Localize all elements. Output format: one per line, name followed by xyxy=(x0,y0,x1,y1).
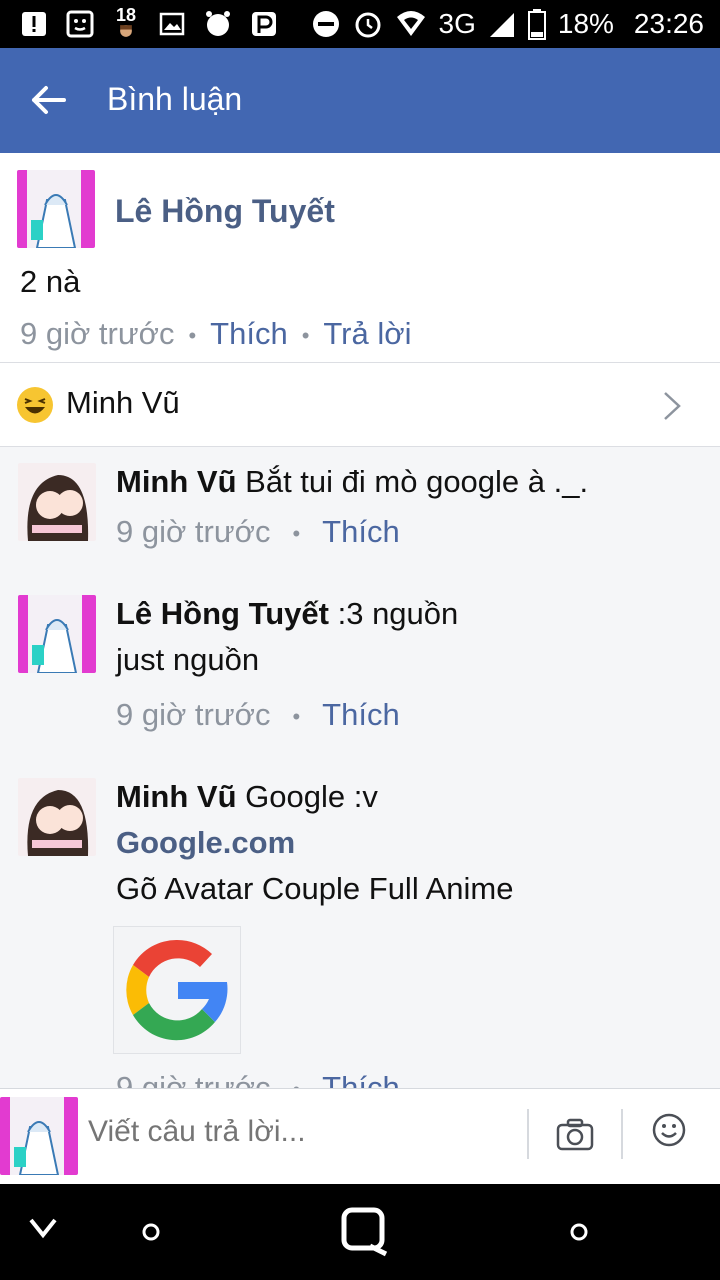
system-nav-bar xyxy=(0,1184,720,1280)
reply-button[interactable]: Trả lời xyxy=(323,316,411,351)
comment-text: 2 nà xyxy=(20,264,81,299)
separator-dot: • xyxy=(301,322,310,348)
alert-icon xyxy=(18,8,50,40)
clock-time: 23:26 xyxy=(633,8,704,39)
reply-body: Lê Hồng Tuyết :3 nguồn just nguồn xyxy=(116,591,458,683)
separator-dot: • xyxy=(292,520,301,546)
comment-author[interactable]: Lê Hồng Tuyết xyxy=(115,193,335,230)
like-button[interactable]: Thích xyxy=(322,1070,400,1088)
reply-composer xyxy=(0,1088,720,1184)
do-not-disturb-icon xyxy=(312,11,339,37)
nav-home-dot-icon[interactable] xyxy=(141,1222,161,1242)
reply-comment: Lê Hồng Tuyết :3 nguồn just nguồn 9 giờ … xyxy=(0,595,720,755)
battery-icon xyxy=(527,9,546,40)
battery-percent: 18% xyxy=(557,8,614,39)
reply-author[interactable]: Minh Vũ xyxy=(116,779,237,814)
signal-icon xyxy=(489,13,514,37)
reply-body: Minh Vũ Google :v Google.com Gõ Avatar C… xyxy=(116,774,513,912)
network-type: 3G xyxy=(438,8,476,39)
reply-author[interactable]: Lê Hồng Tuyết xyxy=(116,596,329,631)
nav-back-chevron-icon[interactable] xyxy=(28,1216,58,1240)
nav-home-square-icon[interactable] xyxy=(340,1206,392,1258)
google-logo-icon xyxy=(126,939,228,1041)
emoji-icon[interactable] xyxy=(652,1113,686,1147)
reply-time: 9 giờ trước xyxy=(116,1070,271,1088)
reply-input[interactable] xyxy=(88,1115,508,1149)
divider xyxy=(621,1109,623,1159)
separator-dot: • xyxy=(292,1077,300,1088)
camera-icon[interactable] xyxy=(556,1117,594,1153)
link-preview-description[interactable]: Gõ Avatar Couple Full Anime xyxy=(116,871,513,906)
reply-meta: 9 giờ trước • Thích xyxy=(116,697,400,733)
reply-text: :3 nguồn xyxy=(328,596,459,631)
comments-content[interactable]: Lê Hồng Tuyết 2 nà 9 giờ trước • Thích • Trả… xyxy=(0,153,720,1088)
like-button[interactable]: Thích xyxy=(322,697,400,732)
reaction-user-name: Minh Vũ xyxy=(66,385,180,420)
separator-dot: • xyxy=(188,322,197,348)
comment-time: 9 giờ trước xyxy=(20,316,175,351)
haha-emoji-icon xyxy=(17,387,53,423)
reply-author[interactable]: Minh Vũ xyxy=(116,464,237,499)
avatar[interactable] xyxy=(18,595,96,673)
notification-count: 18 xyxy=(115,5,137,25)
separator-dot: • xyxy=(292,703,301,729)
reply-body: Minh Vũ Bắt tui đi mò google à ._. xyxy=(116,459,588,505)
wifi-icon xyxy=(396,11,425,36)
chevron-right-icon xyxy=(664,392,681,420)
app-bar: Bình luận xyxy=(0,48,720,153)
link-preview-thumbnail[interactable] xyxy=(113,926,241,1054)
avatar-notification-icon: 18 xyxy=(110,5,142,40)
reply-text: Bắt tui đi mò google à ._. xyxy=(236,464,589,499)
avatar[interactable] xyxy=(17,170,95,248)
comment-meta: 9 giờ trước • Thích • Trả lời xyxy=(20,316,411,352)
reply-text: Google :v xyxy=(236,779,378,814)
reply-comment: Minh Vũ Google :v Google.com Gõ Avatar C… xyxy=(0,778,720,1088)
like-button[interactable]: Thích xyxy=(210,316,288,351)
like-button[interactable]: Thích xyxy=(322,514,400,549)
status-bar: 18 3G 18% 23:26 xyxy=(0,0,720,48)
image-icon xyxy=(156,8,188,40)
avatar[interactable] xyxy=(18,778,96,856)
reply-time: 9 giờ trước xyxy=(116,514,271,549)
reply-comment: Minh Vũ Bắt tui đi mò google à ._. 9 giờ… xyxy=(0,463,720,583)
divider xyxy=(527,1109,529,1159)
picsart-icon xyxy=(248,8,280,40)
link-preview-title[interactable]: Google.com xyxy=(116,820,513,866)
nav-recents-dot-icon[interactable] xyxy=(569,1222,589,1242)
reply-meta: 9 giờ trước • Thích xyxy=(116,514,400,550)
alarm-icon xyxy=(202,8,234,40)
reactions-row[interactable]: Minh Vũ xyxy=(0,363,720,447)
avatar xyxy=(0,1097,78,1175)
reply-text-line2: just nguồn xyxy=(116,642,260,677)
alarm-clock-icon xyxy=(355,12,381,38)
avatar[interactable] xyxy=(18,463,96,541)
back-button[interactable] xyxy=(30,84,70,116)
messenger-face-icon xyxy=(64,8,96,40)
parent-comment: Lê Hồng Tuyết 2 nà 9 giờ trước • Thích • Trả… xyxy=(0,153,720,363)
back-arrow-icon xyxy=(32,86,66,114)
page-title: Bình luận xyxy=(107,81,243,117)
reply-meta: 9 giờ trước • Thích xyxy=(116,1070,400,1088)
reply-time: 9 giờ trước xyxy=(116,697,271,732)
